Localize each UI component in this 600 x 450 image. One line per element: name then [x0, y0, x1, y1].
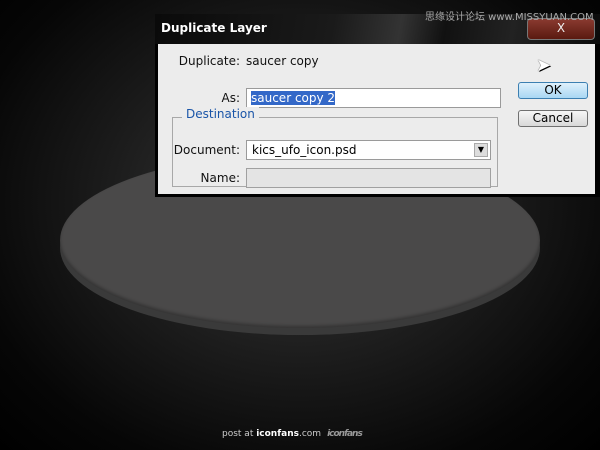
chevron-down-icon[interactable]: ▼: [474, 143, 488, 157]
footer-suffix: .com: [298, 429, 322, 439]
footer-prefix: post at: [222, 429, 257, 439]
ok-button[interactable]: OK: [518, 82, 588, 99]
mouse-cursor-icon: ➤: [536, 55, 552, 76]
as-input-value: saucer copy 2: [251, 91, 336, 105]
footer-site: iconfans: [256, 429, 299, 439]
watermark: 思缘设计论坛 www.MISSYUAN.COM: [425, 12, 594, 23]
footer-credit: post at iconfans.com iconfans: [222, 429, 363, 439]
document-select[interactable]: kics_ufo_icon.psd ▼: [246, 140, 491, 160]
duplicate-layer-dialog: Duplicate Layer X Duplicate: saucer copy…: [155, 14, 600, 197]
iconfans-logo: iconfans: [327, 429, 363, 439]
duplicate-value: saucer copy: [246, 54, 319, 68]
cancel-button[interactable]: Cancel: [518, 110, 588, 127]
document-value: kics_ufo_icon.psd: [252, 143, 357, 157]
dialog-body: Duplicate: saucer copy As: saucer copy 2…: [158, 44, 595, 194]
destination-title: Destination: [182, 107, 259, 121]
name-input[interactable]: [246, 168, 491, 188]
duplicate-label: Duplicate:: [178, 54, 240, 68]
document-label: Document:: [173, 143, 240, 157]
as-label: As:: [221, 91, 240, 105]
name-label: Name:: [200, 171, 240, 185]
as-input[interactable]: saucer copy 2: [246, 88, 501, 108]
